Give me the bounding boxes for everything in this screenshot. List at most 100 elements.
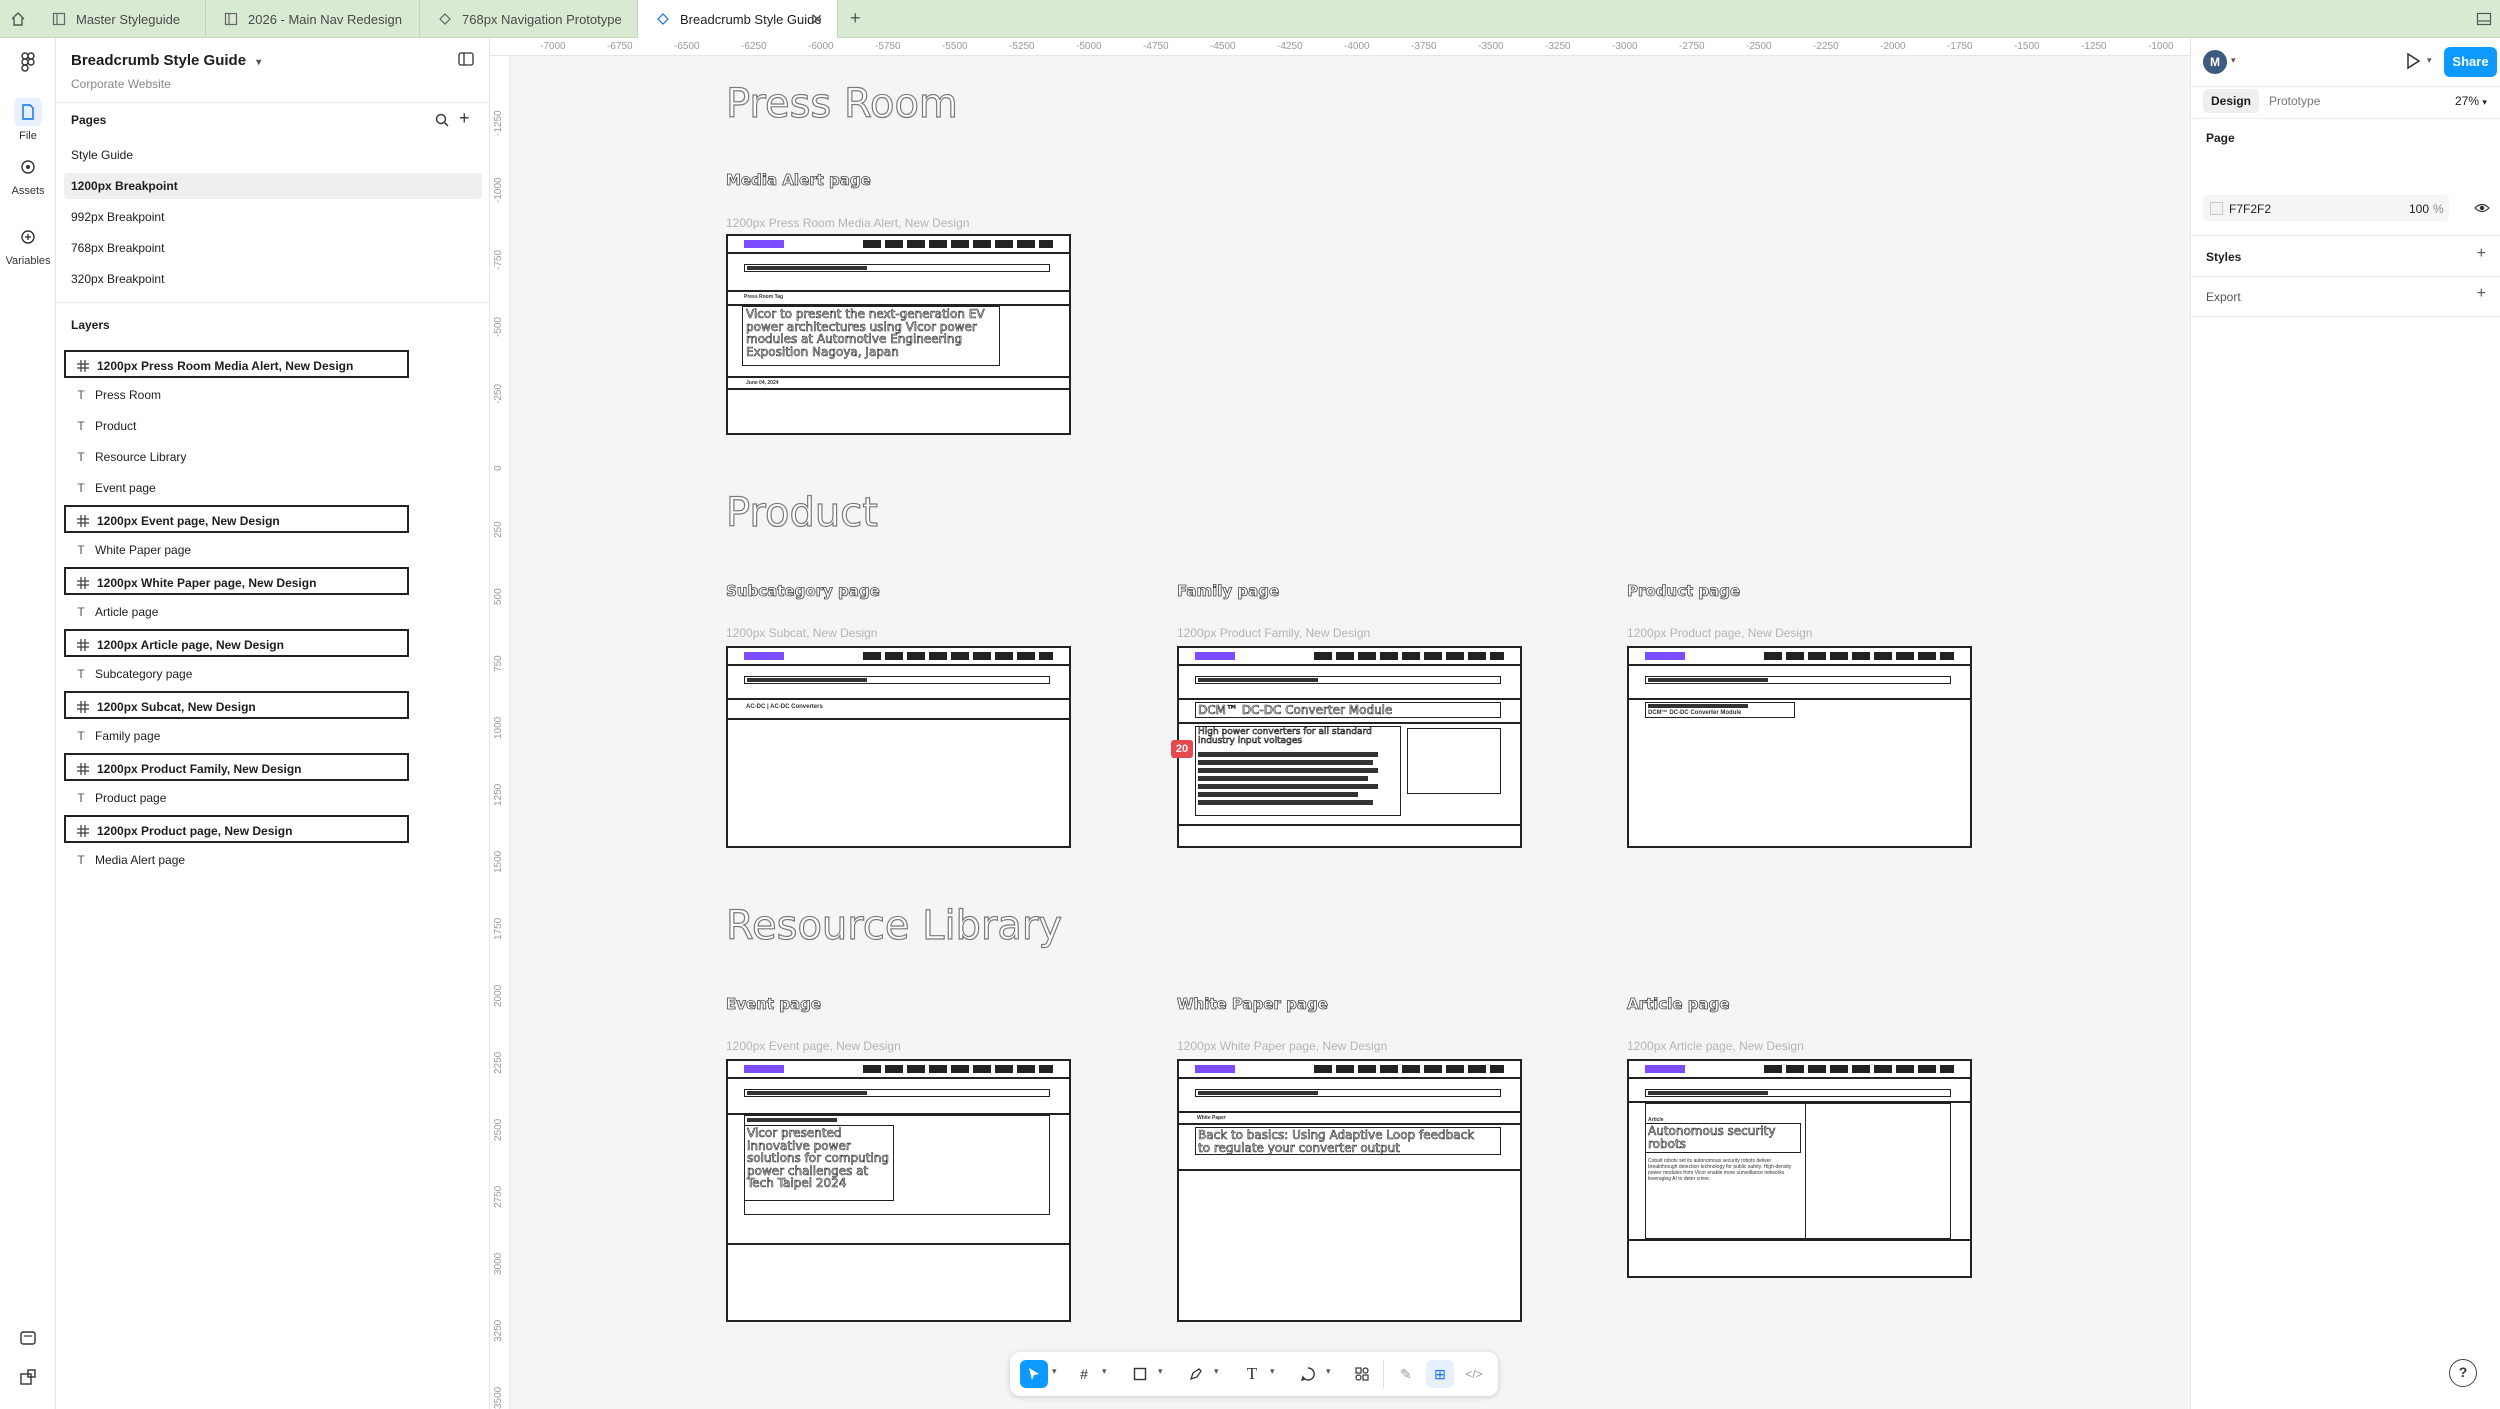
frame-article[interactable]: Article Autonomous security robots Cobal… — [1627, 1059, 1972, 1278]
page-name-white-paper[interactable]: White Paper page — [1177, 995, 1329, 1014]
page-item-1200px-breakpoint[interactable]: 1200px Breakpoint — [64, 173, 482, 199]
tab-master-styleguide[interactable]: Master Styleguide — [34, 0, 206, 38]
tab-design[interactable]: Design — [2203, 89, 2260, 113]
chevron-down-icon[interactable]: ▾ — [1270, 1366, 1275, 1377]
page-name-subcategory[interactable]: Subcategory page — [726, 582, 881, 601]
design-mode-icon[interactable]: ⊞ — [1426, 1360, 1454, 1388]
rail-file[interactable]: File — [0, 98, 56, 142]
tab-768px-navigation-prototype[interactable]: 768px Navigation Prototype — [420, 0, 638, 38]
layer-row[interactable]: 1200px Product page, New Design — [64, 815, 409, 843]
comment-tool-icon[interactable] — [1294, 1360, 1322, 1388]
layer-row[interactable]: T Resource Library — [64, 443, 482, 471]
file-title[interactable]: Breadcrumb Style Guide ▾ — [71, 52, 261, 69]
frame-label-media-alert[interactable]: 1200px Press Room Media Alert, New Desig… — [726, 216, 969, 230]
canvas[interactable]: -7000 -6750 -6500 -6250 -6000 -5750 -5500 -5250… — [490, 38, 2190, 1409]
tab-prototype[interactable]: Prototype — [2261, 89, 2328, 113]
frame-family[interactable]: DCM™ DC-DC Converter Module High power c… — [1177, 646, 1522, 848]
figma-logo-icon[interactable] — [18, 52, 38, 72]
pen-tool-icon[interactable] — [1182, 1360, 1210, 1388]
chevron-down-icon[interactable]: ▾ — [1102, 1366, 1107, 1377]
frame-white-paper[interactable]: White Paper Back to basics: Using Adapti… — [1177, 1059, 1522, 1322]
page-name-family[interactable]: Family page — [1177, 582, 1280, 601]
page-item-320px-breakpoint[interactable]: 320px Breakpoint — [64, 266, 482, 292]
text-tool-icon[interactable]: T — [1238, 1360, 1266, 1388]
zoom-level[interactable]: 27% ▾ — [2455, 94, 2487, 108]
chevron-down-icon[interactable]: ▾ — [2427, 55, 2432, 66]
move-tool-icon[interactable] — [1020, 1360, 1048, 1388]
community-icon[interactable] — [19, 1329, 37, 1347]
sidebar-toggle-icon[interactable] — [458, 52, 474, 66]
layer-row[interactable]: T Article page — [64, 598, 482, 626]
panel-toggle-icon[interactable] — [2476, 11, 2492, 27]
frame-tool-icon[interactable]: # — [1070, 1360, 1098, 1388]
project-name[interactable]: Corporate Website — [71, 77, 171, 91]
layer-row[interactable]: 1200px White Paper page, New Design — [64, 567, 409, 595]
nav-menu — [1764, 1065, 1954, 1073]
chevron-down-icon[interactable]: ▾ — [1326, 1366, 1331, 1377]
chevron-down-icon[interactable]: ▾ — [256, 57, 261, 68]
layer-row[interactable]: T Media Alert page — [64, 846, 482, 874]
comment-badge[interactable]: 20 — [1171, 740, 1193, 758]
page-item-style-guide[interactable]: Style Guide — [64, 142, 482, 168]
frame-label-event[interactable]: 1200px Event page, New Design — [726, 1039, 901, 1053]
layer-row[interactable]: T Family page — [64, 722, 482, 750]
tab-main-nav-redesign[interactable]: 2026 - Main Nav Redesign — [206, 0, 420, 38]
page-item-992px-breakpoint[interactable]: 992px Breakpoint — [64, 204, 482, 230]
layer-row[interactable]: T White Paper page — [64, 536, 482, 564]
chevron-down-icon[interactable]: ▾ — [1158, 1366, 1163, 1377]
page-name-product[interactable]: Product page — [1627, 582, 1741, 601]
frame-subcategory[interactable]: AC-DC | AC-DC Converters — [726, 646, 1071, 848]
actions-tool-icon[interactable] — [1348, 1360, 1376, 1388]
chevron-down-icon[interactable]: ▾ — [1214, 1366, 1219, 1377]
section-title-product[interactable]: Product — [725, 489, 878, 536]
page-name-event[interactable]: Event page — [726, 995, 822, 1014]
frame-label-family[interactable]: 1200px Product Family, New Design — [1177, 626, 1370, 640]
layer-row[interactable]: T Event page — [64, 474, 482, 502]
shape-tool-icon[interactable] — [1126, 1360, 1154, 1388]
chevron-down-icon[interactable]: ▾ — [1052, 1366, 1057, 1377]
layer-row[interactable]: 1200px Article page, New Design — [64, 629, 409, 657]
layer-row[interactable]: T Product — [64, 412, 482, 440]
frame-product[interactable]: DCM™ DC-DC Converter Module — [1627, 646, 1972, 848]
layer-row[interactable]: 1200px Product Family, New Design — [64, 753, 409, 781]
layer-row[interactable]: T Press Room — [64, 381, 482, 409]
frame-label-white-paper[interactable]: 1200px White Paper page, New Design — [1177, 1039, 1387, 1053]
add-export-icon[interactable]: + — [2477, 285, 2486, 303]
home-icon[interactable] — [10, 11, 26, 27]
new-tab-button[interactable]: + — [850, 8, 861, 29]
page-opacity-value[interactable]: 100 — [2409, 202, 2429, 216]
page-name-media-alert[interactable]: Media Alert page — [726, 171, 872, 190]
frame-label-product[interactable]: 1200px Product page, New Design — [1627, 626, 1812, 640]
draw-mode-icon[interactable]: ✎ — [1392, 1360, 1420, 1388]
avatar[interactable]: M — [2203, 50, 2227, 74]
frame-media-alert[interactable]: Press Room Tag Vicor to present the next… — [726, 234, 1071, 435]
frame-label-article[interactable]: 1200px Article page, New Design — [1627, 1039, 1804, 1053]
dev-mode-icon[interactable]: </> — [1460, 1360, 1488, 1388]
color-swatch[interactable] — [2210, 202, 2223, 215]
layer-row[interactable]: 1200px Press Room Media Alert, New Desig… — [64, 350, 409, 378]
search-icon[interactable] — [435, 113, 449, 127]
page-color-value[interactable]: F7F2F2 — [2229, 202, 2271, 216]
add-page-icon[interactable]: + — [459, 108, 470, 129]
section-title-resource-library[interactable]: Resource Library — [725, 902, 1062, 949]
share-button[interactable]: Share — [2444, 47, 2497, 77]
frame-event[interactable]: Vicor presented innovative power solutio… — [726, 1059, 1071, 1322]
chevron-down-icon[interactable]: ▾ — [2231, 55, 2236, 66]
layer-row[interactable]: T Subcategory page — [64, 660, 482, 688]
layer-row[interactable]: 1200px Event page, New Design — [64, 505, 409, 533]
page-name-article[interactable]: Article page — [1627, 995, 1730, 1014]
close-icon[interactable]: ✕ — [811, 11, 823, 28]
tab-breadcrumb-style-guide[interactable]: Breadcrumb Style Guide ✕ — [638, 0, 838, 39]
plugins-icon[interactable] — [19, 1368, 37, 1386]
layer-row[interactable]: T Product page — [64, 784, 482, 812]
eye-icon[interactable] — [2474, 201, 2490, 215]
section-title-press-room[interactable]: Press Room — [725, 80, 958, 127]
rail-variables[interactable]: Variables — [0, 223, 56, 267]
help-button[interactable]: ? — [2449, 1359, 2477, 1387]
play-icon[interactable] — [2404, 52, 2422, 70]
rail-assets[interactable]: Assets — [0, 153, 56, 197]
layer-row[interactable]: 1200px Subcat, New Design — [64, 691, 409, 719]
add-style-icon[interactable]: + — [2477, 245, 2486, 263]
frame-label-subcategory[interactable]: 1200px Subcat, New Design — [726, 626, 877, 640]
page-item-768px-breakpoint[interactable]: 768px Breakpoint — [64, 235, 482, 261]
